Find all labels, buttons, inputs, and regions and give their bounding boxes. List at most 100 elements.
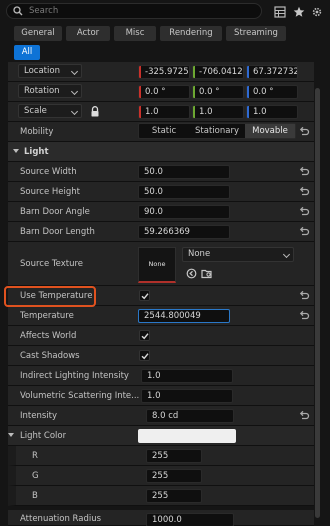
light-color-r-field[interactable]: 255	[146, 449, 202, 463]
light-color-label: Light Color	[20, 431, 67, 441]
indirect-lighting-label: Indirect Lighting Intensity	[20, 371, 129, 381]
source-width-field[interactable]: 50.0	[138, 165, 230, 179]
mobility-static[interactable]: Static	[139, 124, 189, 138]
chevron-down-icon	[13, 149, 19, 153]
light-color-b-label: B	[32, 491, 38, 501]
reset-arrow-icon[interactable]	[298, 290, 310, 301]
scrollbar[interactable]	[315, 88, 320, 518]
checkmark-icon	[141, 333, 149, 340]
light-color-row: Light Color	[8, 426, 314, 446]
rotation-x-field[interactable]: 0.0 °	[138, 85, 190, 99]
intensity-row: Intensity 8.0 cd	[8, 406, 314, 426]
search-icon	[13, 6, 23, 16]
scale-x-field[interactable]: 1.0	[138, 105, 190, 119]
cast-shadows-checkbox[interactable]	[139, 350, 150, 361]
scale-z-field[interactable]: 1.0	[246, 105, 298, 119]
chevron-down-icon	[8, 433, 14, 437]
filter-general[interactable]: General	[14, 26, 62, 41]
filter-misc[interactable]: Misc	[114, 26, 156, 41]
affects-world-row: Affects World	[8, 326, 314, 346]
settings-icon[interactable]	[311, 6, 323, 18]
source-width-row: Source Width 50.0	[8, 162, 314, 182]
source-height-field[interactable]: 50.0	[138, 185, 230, 199]
source-texture-row: Source Texture None None	[8, 242, 314, 286]
location-x-value: -325.97259	[145, 67, 190, 77]
rotation-x-value: 0.0 °	[145, 87, 166, 97]
location-dropdown[interactable]: Location	[18, 64, 82, 78]
filter-all[interactable]: All	[14, 45, 40, 60]
mobility-row: Mobility Static Stationary Movable	[8, 122, 314, 142]
reset-arrow-icon[interactable]	[298, 166, 310, 177]
affects-world-checkbox[interactable]	[139, 330, 150, 341]
chevron-down-icon	[70, 87, 79, 96]
search-input[interactable]	[29, 5, 249, 17]
source-texture-dropdown[interactable]: None	[182, 247, 294, 262]
filter-streaming[interactable]: Streaming	[226, 26, 286, 41]
scale-x-value: 1.0	[145, 107, 159, 117]
indirect-lighting-field[interactable]: 1.0	[141, 369, 233, 383]
search-bar[interactable]	[6, 3, 262, 19]
browse-arrow-icon[interactable]	[186, 268, 197, 279]
mobility-selector[interactable]: Static Stationary Movable	[138, 123, 296, 139]
z-axis-marker	[247, 106, 249, 118]
z-axis-marker	[247, 86, 249, 98]
mobility-stationary[interactable]: Stationary	[189, 124, 245, 138]
grid-view-icon[interactable]	[274, 6, 286, 18]
location-y-field[interactable]: -706.04128	[192, 65, 244, 79]
intensity-field[interactable]: 8.0 cd	[146, 409, 234, 423]
reset-arrow-icon[interactable]	[298, 206, 310, 217]
mobility-movable[interactable]: Movable	[245, 124, 295, 138]
rotation-y-value: 0.0 °	[199, 87, 220, 97]
source-width-label: Source Width	[20, 167, 77, 177]
x-axis-marker	[139, 86, 141, 98]
volumetric-scattering-row: Volumetric Scattering Inte... 1.0	[8, 386, 314, 406]
light-color-r-row: R 255	[8, 446, 314, 466]
checkmark-icon	[141, 353, 149, 360]
x-axis-marker	[139, 106, 141, 118]
scale-z-value: 1.0	[253, 107, 267, 117]
use-temperature-checkbox[interactable]	[139, 290, 150, 301]
filter-actor[interactable]: Actor	[66, 26, 110, 41]
attenuation-radius-field[interactable]: 1000.0	[146, 513, 234, 526]
y-axis-marker	[193, 86, 195, 98]
filter-rendering[interactable]: Rendering	[160, 26, 222, 41]
light-color-b-field[interactable]: 255	[146, 489, 202, 503]
light-color-g-label: G	[32, 471, 39, 481]
light-color-g-row: G 255	[8, 466, 314, 486]
barn-door-angle-field[interactable]: 90.0	[138, 205, 230, 219]
star-icon[interactable]	[293, 6, 305, 18]
scale-dropdown[interactable]: Scale	[18, 104, 82, 118]
barn-door-length-field[interactable]: 59.266369	[138, 225, 230, 239]
light-color-swatch[interactable]	[138, 429, 236, 443]
reset-arrow-icon[interactable]	[298, 310, 310, 321]
rotation-z-field[interactable]: 0.0 °	[246, 85, 298, 99]
reset-arrow-icon[interactable]	[298, 410, 310, 421]
barn-door-length-row: Barn Door Length 59.266369	[8, 222, 314, 242]
location-x-field[interactable]: -325.97259	[138, 65, 190, 79]
temperature-row: Temperature 2544.800049	[8, 306, 314, 326]
reset-arrow-icon[interactable]	[298, 186, 310, 197]
source-height-row: Source Height 50.0	[8, 182, 314, 202]
checkmark-icon	[141, 293, 149, 300]
cast-shadows-label: Cast Shadows	[20, 351, 80, 361]
x-axis-marker	[139, 66, 141, 78]
texture-thumbnail[interactable]: None	[138, 247, 176, 283]
mobility-label: Mobility	[20, 127, 54, 137]
scale-y-field[interactable]: 1.0	[192, 105, 244, 119]
lock-icon[interactable]	[90, 106, 100, 117]
attenuation-radius-row: Attenuation Radius 1000.0	[8, 510, 314, 526]
light-section-title: Light	[24, 147, 49, 157]
browse-folder-icon[interactable]	[201, 268, 213, 279]
reset-arrow-icon[interactable]	[298, 226, 310, 237]
rotation-dropdown[interactable]: Rotation	[18, 84, 82, 98]
light-section-header[interactable]: Light	[8, 142, 314, 162]
location-z-field[interactable]: 67.372732	[246, 65, 298, 79]
light-color-g-field[interactable]: 255	[146, 469, 202, 483]
intensity-label: Intensity	[20, 411, 57, 421]
rotation-y-field[interactable]: 0.0 °	[192, 85, 244, 99]
reset-arrow-icon[interactable]	[298, 126, 310, 137]
temperature-field[interactable]: 2544.800049	[138, 309, 230, 323]
chevron-down-icon	[70, 107, 79, 116]
highlight-box	[4, 286, 96, 307]
volumetric-scattering-field[interactable]: 1.0	[141, 389, 233, 403]
